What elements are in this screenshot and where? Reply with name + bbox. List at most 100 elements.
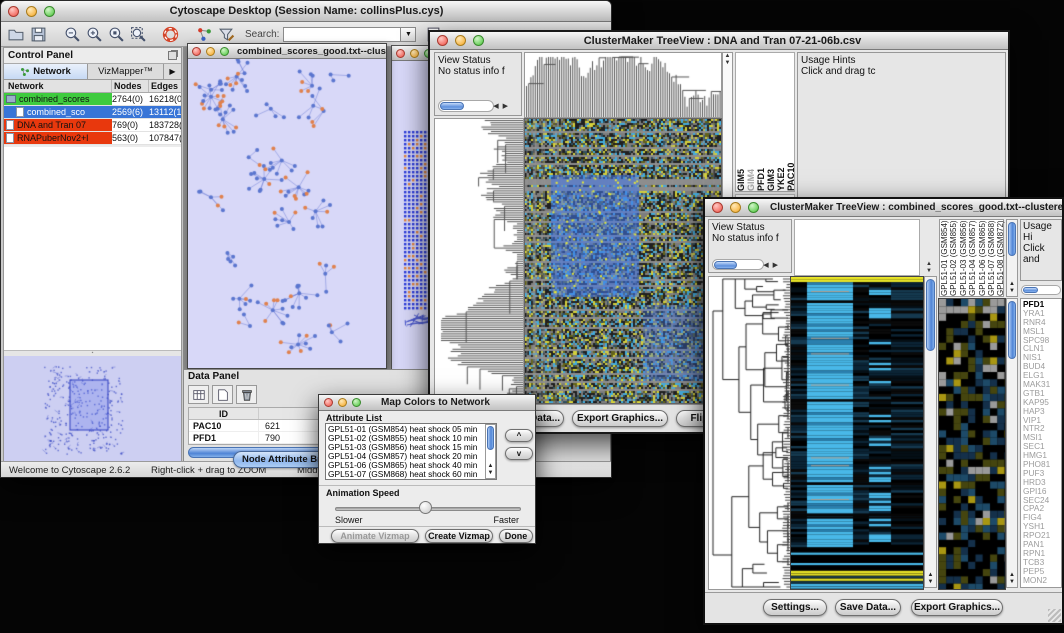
network1-titlebar[interactable]: combined_scores_good.txt--cluste... (188, 44, 386, 59)
network-list: combined_scores 2764(0) 16218(0) combine… (4, 93, 181, 145)
treeview1-title: ClusterMaker TreeView : DNA and Tran 07-… (491, 35, 954, 47)
export-graphics-button[interactable]: Export Graphics... (911, 599, 1003, 616)
close-button[interactable] (437, 35, 448, 46)
tab-network[interactable]: Network (4, 64, 88, 79)
network-list-row[interactable]: combined_scores 2764(0) 16218(0) (4, 93, 181, 106)
network-list-row[interactable]: combined_sco 2569(6) 13112(15) (4, 106, 181, 119)
animation-speed-slider-thumb[interactable] (419, 501, 432, 514)
col-id: ID (189, 408, 259, 419)
save-data-button[interactable]: Save Data... (835, 599, 901, 616)
birdseye-overview-canvas[interactable] (4, 356, 181, 462)
network-edges: 107847(0) (149, 132, 181, 144)
move-up-button[interactable]: ^ (505, 429, 533, 442)
attribute-list-vscrollbar[interactable]: ▲▼ (485, 424, 496, 479)
minimize-button[interactable] (730, 202, 741, 213)
done-button[interactable]: Done (499, 529, 533, 543)
view-status-title: View Status (712, 222, 788, 233)
new-attribute-icon[interactable] (212, 385, 233, 404)
filter-icon[interactable] (215, 24, 237, 45)
export-graphics-button[interactable]: Export Graphics... (572, 410, 668, 427)
tab-network-label: Network (33, 66, 70, 77)
save-icon[interactable] (27, 24, 49, 45)
control-panel-header: Control Panel (4, 48, 181, 63)
column-label: GPL51-02 (GSM855) (949, 220, 958, 296)
tab-overflow-arrow[interactable]: ▶ (164, 64, 181, 79)
float-panel-icon[interactable] (168, 51, 177, 60)
tv1-status-hscrollbar[interactable]: ◀ ▶ (438, 100, 494, 112)
network-name: DNA and Tran 07 (17, 119, 86, 131)
network-list-row[interactable]: DNA and Tran 07 769(0) 183728(0) (4, 119, 181, 132)
close-button[interactable] (8, 6, 19, 17)
search-input[interactable] (283, 27, 401, 42)
control-panel-title: Control Panel (8, 50, 168, 61)
treeview2-titlebar[interactable]: ClusterMaker TreeView : combined_scores_… (705, 199, 1062, 217)
close-button[interactable] (324, 398, 333, 407)
open-file-icon[interactable] (5, 24, 27, 45)
attribute-id: PAC10 (189, 420, 259, 431)
column-label: GIM5 (736, 53, 746, 191)
tv2-row-dendrogram-canvas[interactable] (708, 276, 792, 590)
zoom-button[interactable] (220, 47, 229, 56)
dialog-titlebar[interactable]: Map Colors to Network (319, 395, 535, 411)
close-button[interactable] (192, 47, 201, 56)
usage-hints-text: Click and (1023, 243, 1059, 265)
close-button[interactable] (396, 49, 405, 58)
minimize-button[interactable] (410, 49, 419, 58)
resize-grip[interactable] (1048, 609, 1061, 622)
minimize-button[interactable] (26, 6, 37, 17)
minimize-button[interactable] (455, 35, 466, 46)
minimize-button[interactable] (338, 398, 347, 407)
vizmapper-icon[interactable] (193, 24, 215, 45)
zoom-button[interactable] (44, 6, 55, 17)
zoom-button[interactable] (473, 35, 484, 46)
tv1-row-dendrogram-canvas[interactable] (434, 118, 524, 404)
close-button[interactable] (712, 202, 723, 213)
tv2-heatmap-canvas[interactable] (790, 276, 924, 590)
zoom-fit-icon[interactable] (127, 24, 149, 45)
tv1-heatmap-canvas[interactable] (524, 118, 722, 404)
delete-attribute-icon[interactable] (236, 385, 257, 404)
zoom-selected-icon[interactable] (105, 24, 127, 45)
search-label: Search: (245, 29, 279, 40)
control-panel: Control Panel Network VizMapper™ ▶ Netwo… (3, 47, 182, 463)
zoom-out-icon[interactable] (61, 24, 83, 45)
col-edges: Edges (149, 80, 181, 92)
tab-vizmapper[interactable]: VizMapper™ (88, 64, 164, 79)
minimize-button[interactable] (206, 47, 215, 56)
tv2-usage-hscrollbar[interactable] (1021, 285, 1061, 295)
select-attributes-icon[interactable] (188, 385, 209, 404)
tv2-gene-vscrollbar[interactable]: ▲▼ (1006, 298, 1018, 588)
search-dropdown-arrow[interactable]: ▼ (401, 27, 416, 42)
tv2-usage-hints-panel: Usage Hi Click and (1020, 219, 1062, 281)
zoom-in-icon[interactable] (83, 24, 105, 45)
zoom-button[interactable] (748, 202, 759, 213)
tv1-column-dendrogram-canvas[interactable] (524, 52, 722, 118)
create-vizmap-button[interactable]: Create Vizmap (425, 529, 493, 543)
main-window-title: Cytoscape Desktop (Session Name: collins… (62, 5, 551, 17)
treeview1-titlebar[interactable]: ClusterMaker TreeView : DNA and Tran 07-… (430, 32, 1008, 50)
tv2-heatmap-vscrollbar[interactable]: ▲▼ (924, 276, 937, 588)
treeview2-window: ClusterMaker TreeView : combined_scores_… (703, 197, 1064, 625)
tv2-status-hscrollbar[interactable]: ◀ ▶ (712, 259, 764, 270)
network-view-canvas[interactable] (188, 59, 386, 368)
usage-hints-title: Usage Hints (801, 55, 1002, 66)
move-down-button[interactable]: v (505, 447, 533, 460)
zoom-button[interactable] (352, 398, 361, 407)
help-lifering-icon[interactable] (159, 24, 181, 45)
animate-vizmap-button[interactable]: Animate Vizmap (331, 529, 419, 543)
tv2-zoom-heatmap-canvas[interactable] (938, 298, 1006, 590)
main-titlebar[interactable]: Cytoscape Desktop (Session Name: collins… (1, 1, 611, 22)
network-name: combined_scores (19, 93, 90, 105)
attribute-list-item[interactable]: GPL51-07 (GSM868) heat shock 60 min (328, 470, 494, 479)
network-list-row[interactable]: RNAPuberNov2+l 563(0) 107847(0) (4, 132, 181, 145)
faster-label: Faster (493, 515, 519, 525)
network-edges: 16218(0) (149, 93, 181, 105)
tv2-labels-vscrollbar[interactable]: ▲▼ (1006, 219, 1018, 297)
tv1-view-status-panel: View Status No status info f ◀ ▶ (434, 52, 522, 116)
gene-label: MON2 (1023, 576, 1059, 585)
attribute-listbox[interactable]: GPL51-01 (GSM854) heat shock 05 minGPL51… (325, 423, 497, 480)
col-network: Network (4, 80, 112, 92)
column-label: GPL51-04 (GSM857) (968, 220, 977, 296)
tv2-mini-scroll-arrows[interactable]: ▲▼ (922, 261, 936, 276)
settings-button[interactable]: Settings... (763, 599, 827, 616)
